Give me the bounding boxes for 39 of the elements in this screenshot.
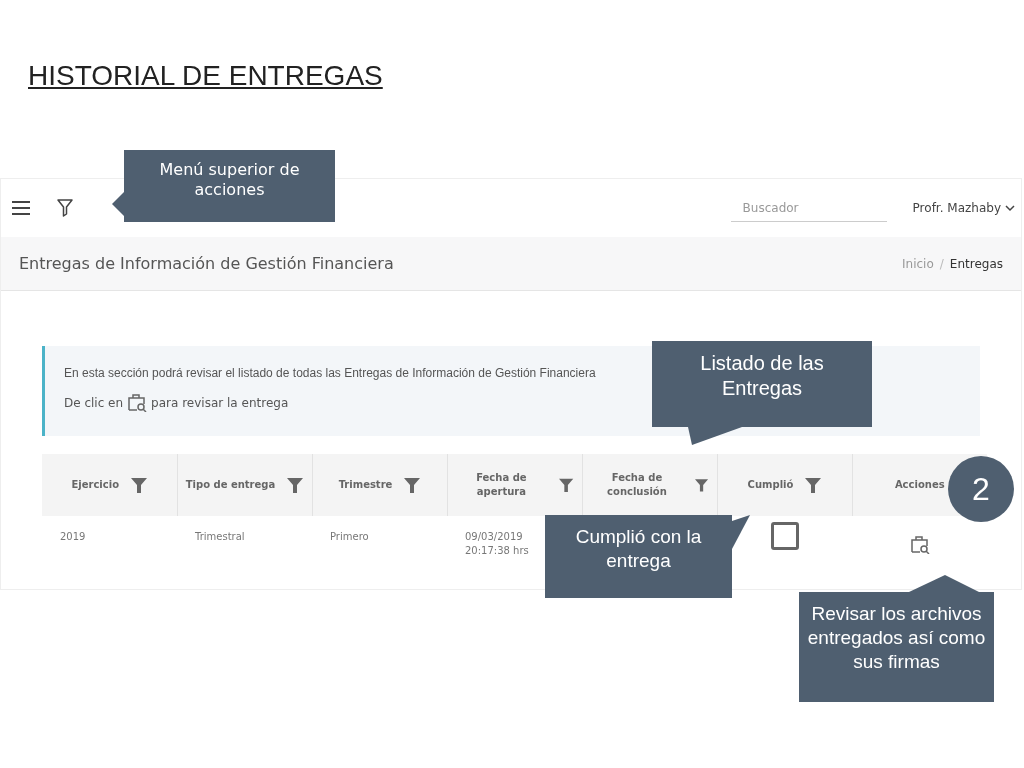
info-text: En esta sección podrá revisar el listado de todas las Entregas de Información de Gestión Financiera <box>64 365 597 382</box>
user-menu[interactable]: Profr. Mazhaby <box>912 199 1001 217</box>
table-cell: Trimestral <box>195 531 245 542</box>
column-header: Fecha de conclusión <box>606 471 668 499</box>
filter-icon[interactable] <box>695 477 709 493</box>
filter-icon[interactable] <box>287 477 304 493</box>
breadcrumb-separator: / <box>939 255 944 273</box>
filter-icon[interactable] <box>805 477 822 493</box>
column-header: Acciones <box>894 478 945 492</box>
checkbox[interactable] <box>770 522 799 550</box>
briefcase-search-icon <box>127 394 148 412</box>
slide-title: HISTORIAL DE ENTREGAS <box>28 59 383 93</box>
callout-pointer <box>732 515 750 549</box>
table-cell: Primero <box>330 531 369 542</box>
filter-icon[interactable] <box>131 477 148 493</box>
filter-icon[interactable] <box>57 199 73 217</box>
callout: Cumplió con la entrega <box>545 515 732 598</box>
callout-pointer <box>688 427 742 445</box>
filter-icon[interactable] <box>559 477 574 493</box>
step-badge: 2 <box>948 456 1014 522</box>
callout-pointer <box>112 192 124 216</box>
info-text: para revisar la entrega <box>151 395 289 412</box>
info-text: De clic en <box>64 395 124 412</box>
menu-icon[interactable] <box>11 200 31 216</box>
table-cell: 2019 <box>60 531 86 542</box>
callout-pointer <box>909 575 979 592</box>
briefcase-search-icon[interactable] <box>909 536 930 554</box>
search-field[interactable]: Buscador <box>730 194 887 222</box>
page-title: Entregas de Información de Gestión Financiera <box>19 252 394 275</box>
column-header: Ejercicio <box>71 478 120 492</box>
chevron-down-icon[interactable] <box>1005 204 1015 212</box>
filter-icon[interactable] <box>404 477 421 493</box>
table-cell: 09/03/2019 20:17:38 hrs <box>465 531 529 556</box>
callout: Menú superior de acciones <box>124 150 335 222</box>
column-header: Tipo de entrega <box>185 478 276 492</box>
column-header: Cumplió <box>747 478 794 492</box>
column-header: Fecha de apertura <box>475 471 528 499</box>
column-header: Trimestre <box>338 478 393 492</box>
breadcrumb-link[interactable]: Entregas <box>949 254 1003 273</box>
